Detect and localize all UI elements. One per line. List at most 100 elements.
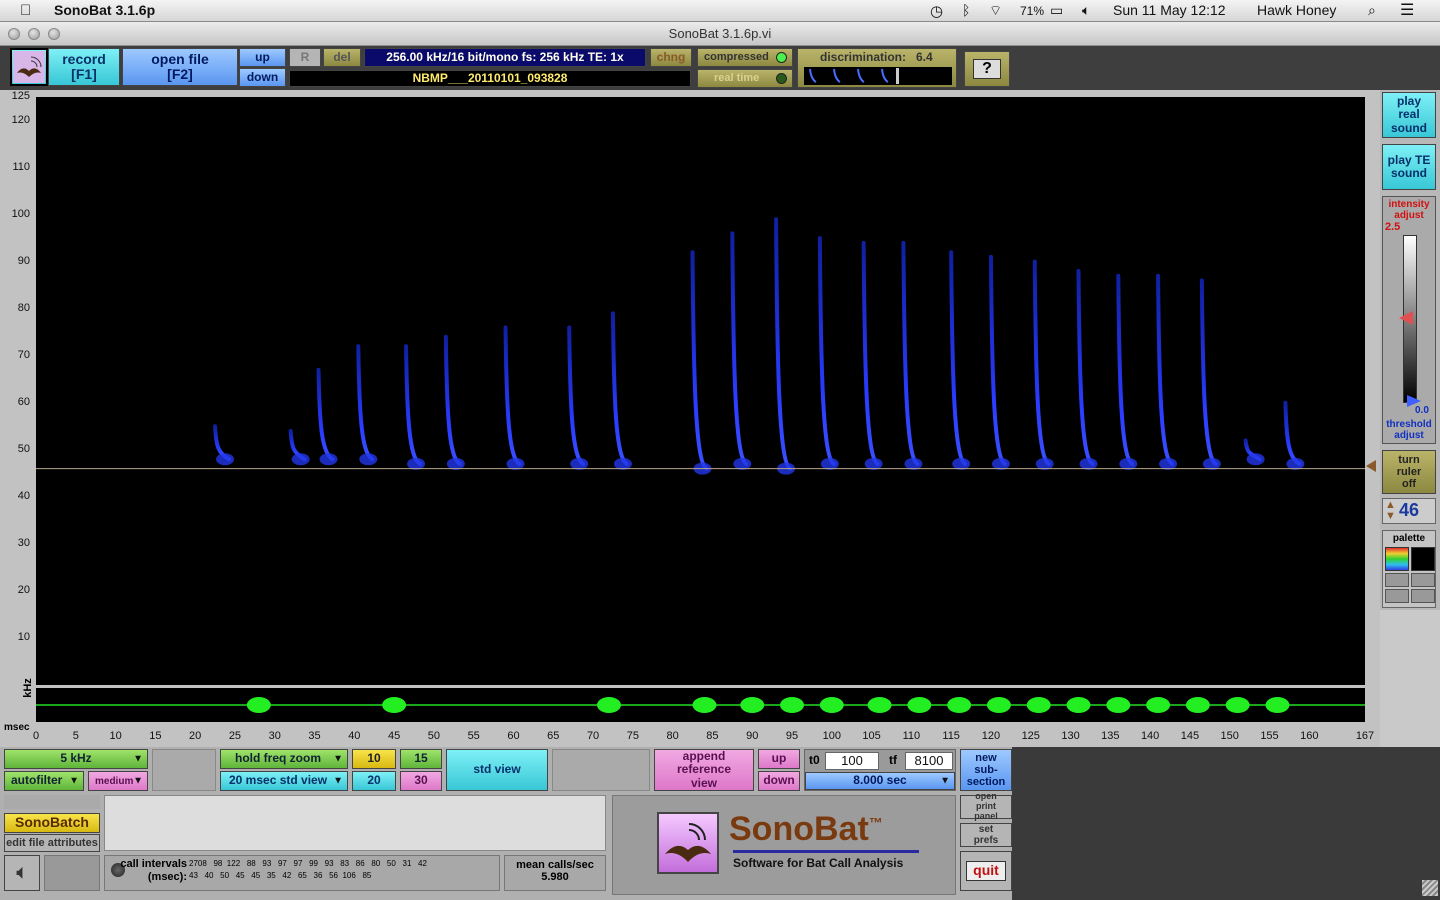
logo-tm: ™ [868,814,883,831]
x-tick-label: 65 [547,730,560,742]
open-print-panel-button[interactable]: open print panel [960,791,1012,821]
app-menu[interactable]: SonoBat 3.1.6p [54,2,155,18]
ruler-handle-icon[interactable] [1366,460,1376,472]
user-menu[interactable]: Hawk Honey [1257,2,1336,18]
zoom-15-button[interactable]: 15 [400,749,442,769]
record-bat-icon[interactable] [10,48,48,86]
autofilter-select[interactable]: autofilter [4,771,84,791]
duration-select[interactable]: 8.000 sec [805,772,955,790]
bat-call-tail [904,457,923,470]
time-machine-icon[interactable]: ◷ [930,2,943,20]
zoom-button[interactable] [48,28,60,40]
play-te-sound-button[interactable]: play TE sound [1382,144,1436,190]
apple-icon[interactable]:  [20,2,31,19]
palette-label: palette [1392,533,1426,544]
realtime-toggle[interactable]: real time [697,69,793,88]
ruler-toggle-button[interactable]: turn ruler off [1382,450,1436,494]
discrimination-panel: discrimination: 6.4 [797,48,957,88]
play-real-sound-button[interactable]: play real sound [1382,92,1436,138]
logo-underline [733,850,919,853]
bat-call-tail [1286,457,1305,470]
zoom-30-button[interactable]: 30 [400,771,442,791]
notification-icon[interactable]: ☰ [1400,0,1414,20]
new-subsection-button[interactable]: new sub- section [960,749,1012,791]
x-tick-label: 140 [1140,730,1160,742]
palette-black-swatch[interactable] [1411,547,1435,571]
filter-level-select[interactable]: medium [88,771,148,791]
palette-grey-swatch-4[interactable] [1411,589,1435,603]
freq-step-select[interactable]: 5 kHz [4,749,148,769]
x-tick-label: 25 [228,730,242,742]
x-tick-label: 20 [189,730,202,742]
record-button[interactable]: record [F1] [48,48,120,86]
bat-call-trace [1283,400,1302,466]
section-up-button[interactable]: up [758,749,800,769]
mean-calls-value: 5.980 [541,871,569,883]
tf-input[interactable]: 8100 [905,752,953,770]
wifi-icon[interactable]: ⌔ [989,2,1002,20]
waveform-burst [780,697,805,713]
edit-file-attributes-button[interactable]: edit file attributes [4,834,100,852]
waveform-plot[interactable] [36,688,1365,722]
quit-button[interactable]: quit [960,851,1012,891]
x-tick-label: 10 [109,730,122,742]
volume-icon[interactable]: 🔈︎ [1082,2,1090,19]
sonobatch-button[interactable]: SonoBatch [4,813,100,833]
delete-button[interactable]: del [323,48,361,67]
mean-calls-panel: mean calls/sec 5.980 [504,855,606,891]
intensity-thumb-icon[interactable] [1399,311,1413,325]
y-tick-label: 60 [17,395,30,408]
x-tick-label: 30 [268,730,281,742]
waveform-burst [907,697,932,713]
minimize-button[interactable] [28,28,40,40]
record-label: record [62,50,106,67]
section-down-button[interactable]: down [758,771,800,791]
file-up-button[interactable]: up [239,48,286,67]
t0-input[interactable]: 100 [825,752,879,770]
ruler-stepper[interactable]: ▲ ▼ 46 [1382,498,1436,524]
palette-color-swatch[interactable] [1385,547,1409,571]
palette-grey-swatch-1[interactable] [1385,573,1409,587]
call-intervals-label: call intervals (msec): [120,858,187,883]
bat-call-tail [506,457,525,470]
change-button[interactable]: chng [650,48,692,67]
battery-percent[interactable]: 71% [1020,4,1044,18]
notes-field[interactable] [104,795,606,851]
palette-grey-swatch-3[interactable] [1385,589,1409,603]
set-prefs-button[interactable]: set prefs [960,823,1012,847]
bat-call-tail [407,457,426,470]
help-button[interactable]: ? [964,51,1010,87]
desktop-background [1012,747,1440,900]
y-tick-label: 100 [11,207,30,220]
bluetooth-icon[interactable]: ᛒ [962,2,970,18]
file-down-button[interactable]: down [239,68,286,87]
battery-icon[interactable]: ▭ [1050,2,1063,19]
speaker-icon[interactable]: 🔈︎ [4,855,40,891]
ruler-down-icon[interactable]: ▼ [1385,510,1396,522]
compressed-toggle[interactable]: compressed [697,48,793,67]
spectrogram-plot[interactable] [36,97,1365,685]
intensity-label: intensity adjust [1388,199,1430,221]
palette-grey-swatch-2[interactable] [1411,573,1435,587]
hold-freq-zoom-select[interactable]: hold freq zoom [220,749,348,769]
std-view-button[interactable]: std view [446,749,548,791]
bat-call-trace [730,231,749,466]
r-button[interactable]: R [289,48,321,67]
std-view-select[interactable]: 20 msec std view [220,771,348,791]
blank-strip [4,795,100,809]
zoom-10-button[interactable]: 10 [352,749,396,769]
open-file-button[interactable]: open file [F2] [122,48,238,86]
window-title: SonoBat 3.1.6p.vi [668,26,772,41]
resize-grip-icon[interactable] [1422,880,1438,896]
waveform-burst [1026,697,1051,713]
clock[interactable]: Sun 11 May 12:12 [1113,2,1226,18]
spotlight-icon[interactable]: ⌕ [1368,2,1376,19]
append-reference-view-button[interactable]: append reference view [654,749,754,791]
y-tick-label: 50 [17,442,30,455]
close-button[interactable] [8,28,20,40]
logo-name-text: SonoBat [729,810,869,848]
zoom-20-button[interactable]: 20 [352,771,396,791]
x-tick-label: 70 [586,730,600,742]
discrimination-meter [804,67,952,85]
bat-call-trace [774,217,793,471]
